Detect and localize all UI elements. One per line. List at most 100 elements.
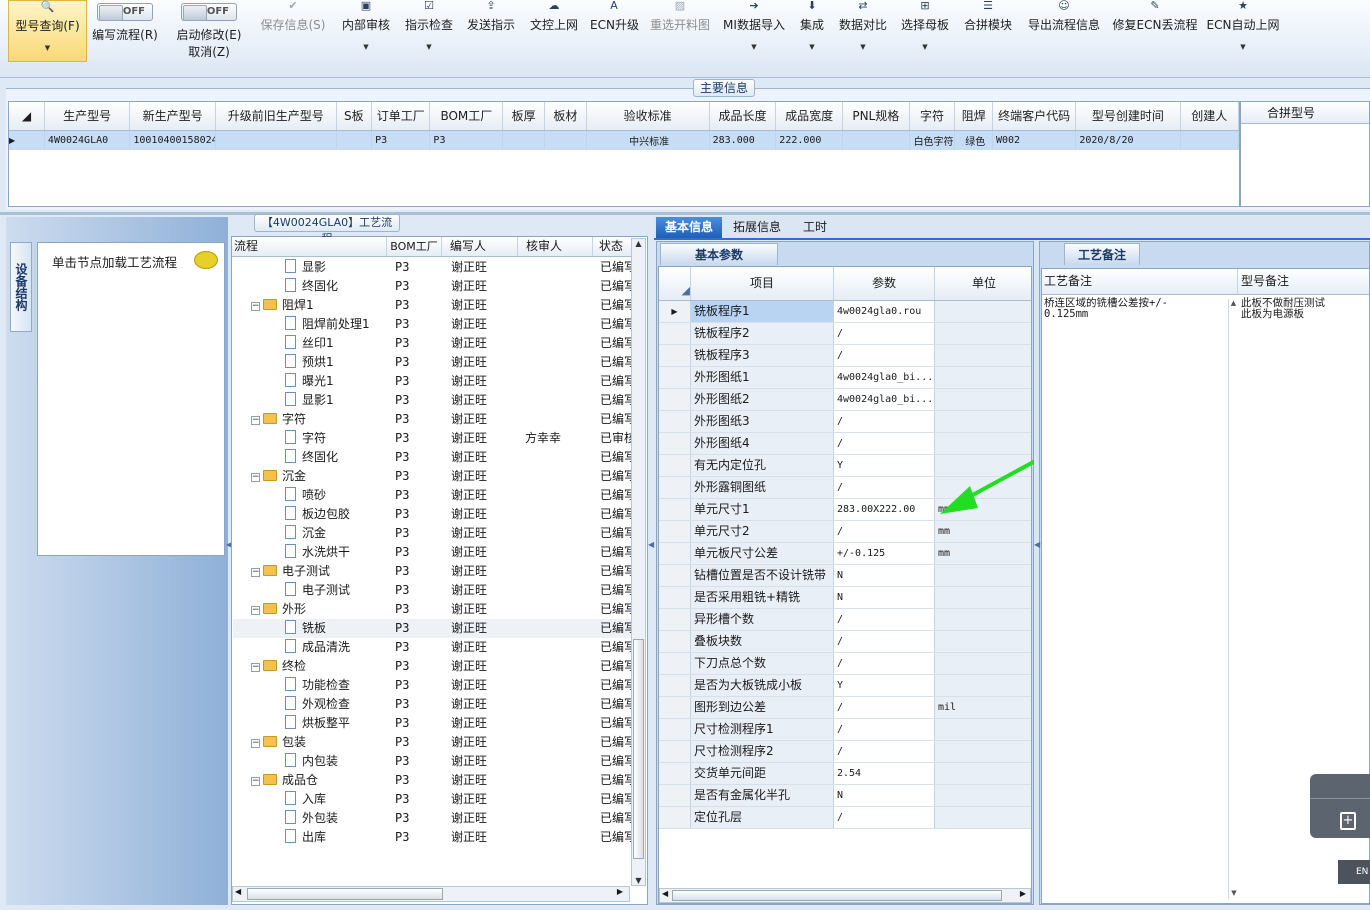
param-row[interactable]: ▶ 铣板程序1 4w0024gla0.rou — [659, 301, 1031, 323]
param-value[interactable]: / — [834, 433, 935, 454]
param-value[interactable]: / — [834, 609, 935, 630]
param-value[interactable]: N — [834, 785, 935, 806]
param-value[interactable]: 2.54 — [834, 763, 935, 784]
main-cell[interactable] — [1180, 130, 1239, 150]
param-value[interactable]: / — [834, 653, 935, 674]
param-row[interactable]: 单元尺寸2/mm — [659, 521, 1031, 543]
reselect-drawing-button[interactable]: ▨ 重选开料图 — [648, 0, 712, 64]
param-value[interactable]: / — [834, 807, 935, 828]
process-row[interactable]: − 字符 P3 谢正旺 已编写 — [233, 410, 631, 429]
process-row[interactable]: 丝印1 P3 谢正旺 已编写 — [233, 334, 631, 353]
hscroll-thumb[interactable] — [247, 888, 443, 900]
main-cell[interactable]: 绿色 — [954, 130, 993, 150]
param-unit[interactable]: mm — [935, 543, 1031, 564]
process-row[interactable]: 水洗烘干 P3 谢正旺 已编写 — [233, 543, 631, 562]
param-unit[interactable] — [935, 301, 1031, 322]
col-reviewer[interactable]: 核审人 — [518, 237, 593, 256]
col-item[interactable]: 项目 — [691, 267, 834, 300]
param-row[interactable]: 是否采用粗铣+精铣 N — [659, 587, 1031, 609]
process-row[interactable]: − 终检 P3 谢正旺 已编写 — [233, 657, 631, 676]
merge-module-button[interactable]: ☰ 合拼模块 — [962, 0, 1014, 64]
scroll-thumb[interactable] — [633, 639, 644, 859]
process-row[interactable]: 终固化 P3 谢正旺 已编写 — [233, 448, 631, 467]
param-unit[interactable] — [935, 367, 1031, 388]
param-value[interactable]: 283.00X222.00 — [834, 499, 935, 520]
data-compare-button[interactable]: ⇄ 数据对比 ▼ — [837, 0, 889, 64]
mi-import-button[interactable]: ➔ MI数据导入 ▼ — [722, 0, 786, 64]
process-row[interactable]: 外观检查 P3 谢正旺 已编写 — [233, 695, 631, 714]
hscroll-thumb[interactable] — [672, 890, 1002, 901]
ecn-auto-upload-button[interactable]: ★ ECN自动上网 ▼ — [1206, 0, 1280, 64]
process-note-text[interactable]: 桥连区域的铣槽公差按+/- 0.125mm — [1044, 298, 1228, 320]
main-cell[interactable]: 283.000 — [709, 130, 777, 150]
scroll-up-icon[interactable]: ▲ — [632, 239, 645, 248]
scroll-right-icon[interactable]: ▶ — [617, 887, 623, 896]
param-unit[interactable] — [935, 675, 1031, 696]
param-value[interactable]: Y — [834, 455, 935, 476]
main-col-header[interactable]: S板 — [336, 102, 373, 131]
main-cell[interactable]: 222.000 — [775, 130, 843, 150]
main-col-header[interactable]: 成品宽度 — [775, 102, 843, 131]
collapse-toggle-icon[interactable]: − — [251, 663, 260, 672]
process-row[interactable]: − 阻焊1 P3 谢正旺 已编写 — [233, 296, 631, 315]
main-cell[interactable]: 白色字符 — [909, 130, 956, 150]
process-row[interactable]: − 包装 P3 谢正旺 已编写 — [233, 733, 631, 752]
main-col-header[interactable]: BOM工厂 — [429, 102, 504, 131]
edit-flow-toggle[interactable]: OFF 编写流程(R) — [88, 0, 162, 64]
param-unit[interactable] — [935, 587, 1031, 608]
param-row[interactable]: 单元板尺寸公差 +/-0.125 mm — [659, 543, 1031, 565]
col-writer[interactable]: 编写人 — [442, 237, 518, 256]
collapse-toggle-icon[interactable]: − — [251, 739, 260, 748]
query-model-button[interactable]: 🔍 型号查询(F) ▼ — [8, 0, 87, 62]
param-unit[interactable] — [935, 631, 1031, 652]
process-row[interactable]: 成品清洗 P3 谢正旺 已编写 — [233, 638, 631, 657]
main-col-header[interactable]: 字符 — [909, 102, 956, 131]
col-unit[interactable]: 单位 — [935, 267, 1031, 300]
param-row[interactable]: 铣板程序2/ — [659, 323, 1031, 345]
main-col-header[interactable]: 阻焊 — [954, 102, 993, 131]
fix-ecn-button[interactable]: ✎ 修复ECN丢流程 — [1112, 0, 1198, 64]
main-cell[interactable]: W002 — [992, 130, 1077, 150]
param-value[interactable]: / — [834, 477, 935, 498]
main-col-header[interactable]: 新生产型号 — [129, 102, 216, 131]
param-value[interactable]: Y — [834, 675, 935, 696]
params-hscrollbar[interactable]: ◀ ▶ — [659, 888, 1031, 903]
param-value[interactable]: / — [834, 631, 935, 652]
main-col-header[interactable]: 创建人 — [1180, 102, 1239, 131]
process-row[interactable]: − 沉金 P3 谢正旺 已编写 — [233, 467, 631, 486]
collapse-toggle-icon[interactable]: − — [251, 777, 260, 786]
collapse-toggle-icon[interactable]: − — [251, 568, 260, 577]
param-row[interactable]: 定位孔层 / — [659, 807, 1031, 829]
main-col-header[interactable]: 订单工厂 — [371, 102, 431, 131]
collapse-toggle-icon[interactable]: − — [251, 302, 260, 311]
process-row[interactable]: 曝光1 P3 谢正旺 已编写 — [233, 372, 631, 391]
add-file-icon[interactable]: + — [1340, 812, 1356, 830]
main-cell[interactable] — [336, 130, 373, 150]
process-row[interactable]: 入库 P3 谢正旺 已编写 — [233, 790, 631, 809]
export-flow-button[interactable]: ☺ 导出流程信息 — [1024, 0, 1104, 64]
param-unit[interactable] — [935, 565, 1031, 586]
collapse-mid-icon[interactable]: ◀ — [648, 540, 656, 600]
main-col-header[interactable]: 验收标准 — [586, 102, 710, 131]
process-row[interactable]: 终固化 P3 谢正旺 已编写 — [233, 277, 631, 296]
param-row[interactable]: 尺寸检测程序2/ — [659, 741, 1031, 763]
col-bom-factory[interactable]: BOM工厂 — [387, 237, 442, 256]
main-col-header[interactable]: 板厚 — [502, 102, 546, 131]
main-col-header[interactable]: 终端客户代码 — [992, 102, 1077, 131]
upload-doc-button[interactable]: ☁ 文控上网 — [528, 0, 580, 64]
scroll-left-icon[interactable]: ◀ — [662, 889, 668, 898]
floating-toolbox[interactable]: + — [1310, 774, 1370, 838]
collapse-left-icon[interactable]: ◀ — [226, 540, 232, 600]
device-structure-tab[interactable]: 设备结构 — [10, 242, 32, 332]
main-cell[interactable]: 10010400158024 — [129, 130, 216, 150]
main-col-header[interactable]: 成品长度 — [709, 102, 777, 131]
col-param[interactable]: 参数 — [834, 267, 935, 300]
param-value[interactable]: / — [834, 411, 935, 432]
main-cell[interactable] — [544, 130, 587, 150]
main-cell[interactable]: 4W0024GLA0 — [44, 130, 131, 150]
param-row[interactable]: 是否有金属化半孔 N — [659, 785, 1031, 807]
col-process-note[interactable]: 工艺备注 — [1042, 269, 1238, 294]
send-guide-button[interactable]: ⇪ 发送指示 — [465, 0, 517, 64]
param-value[interactable]: / — [834, 323, 935, 344]
param-value[interactable]: 4w0024gla0_bi... — [834, 389, 935, 410]
